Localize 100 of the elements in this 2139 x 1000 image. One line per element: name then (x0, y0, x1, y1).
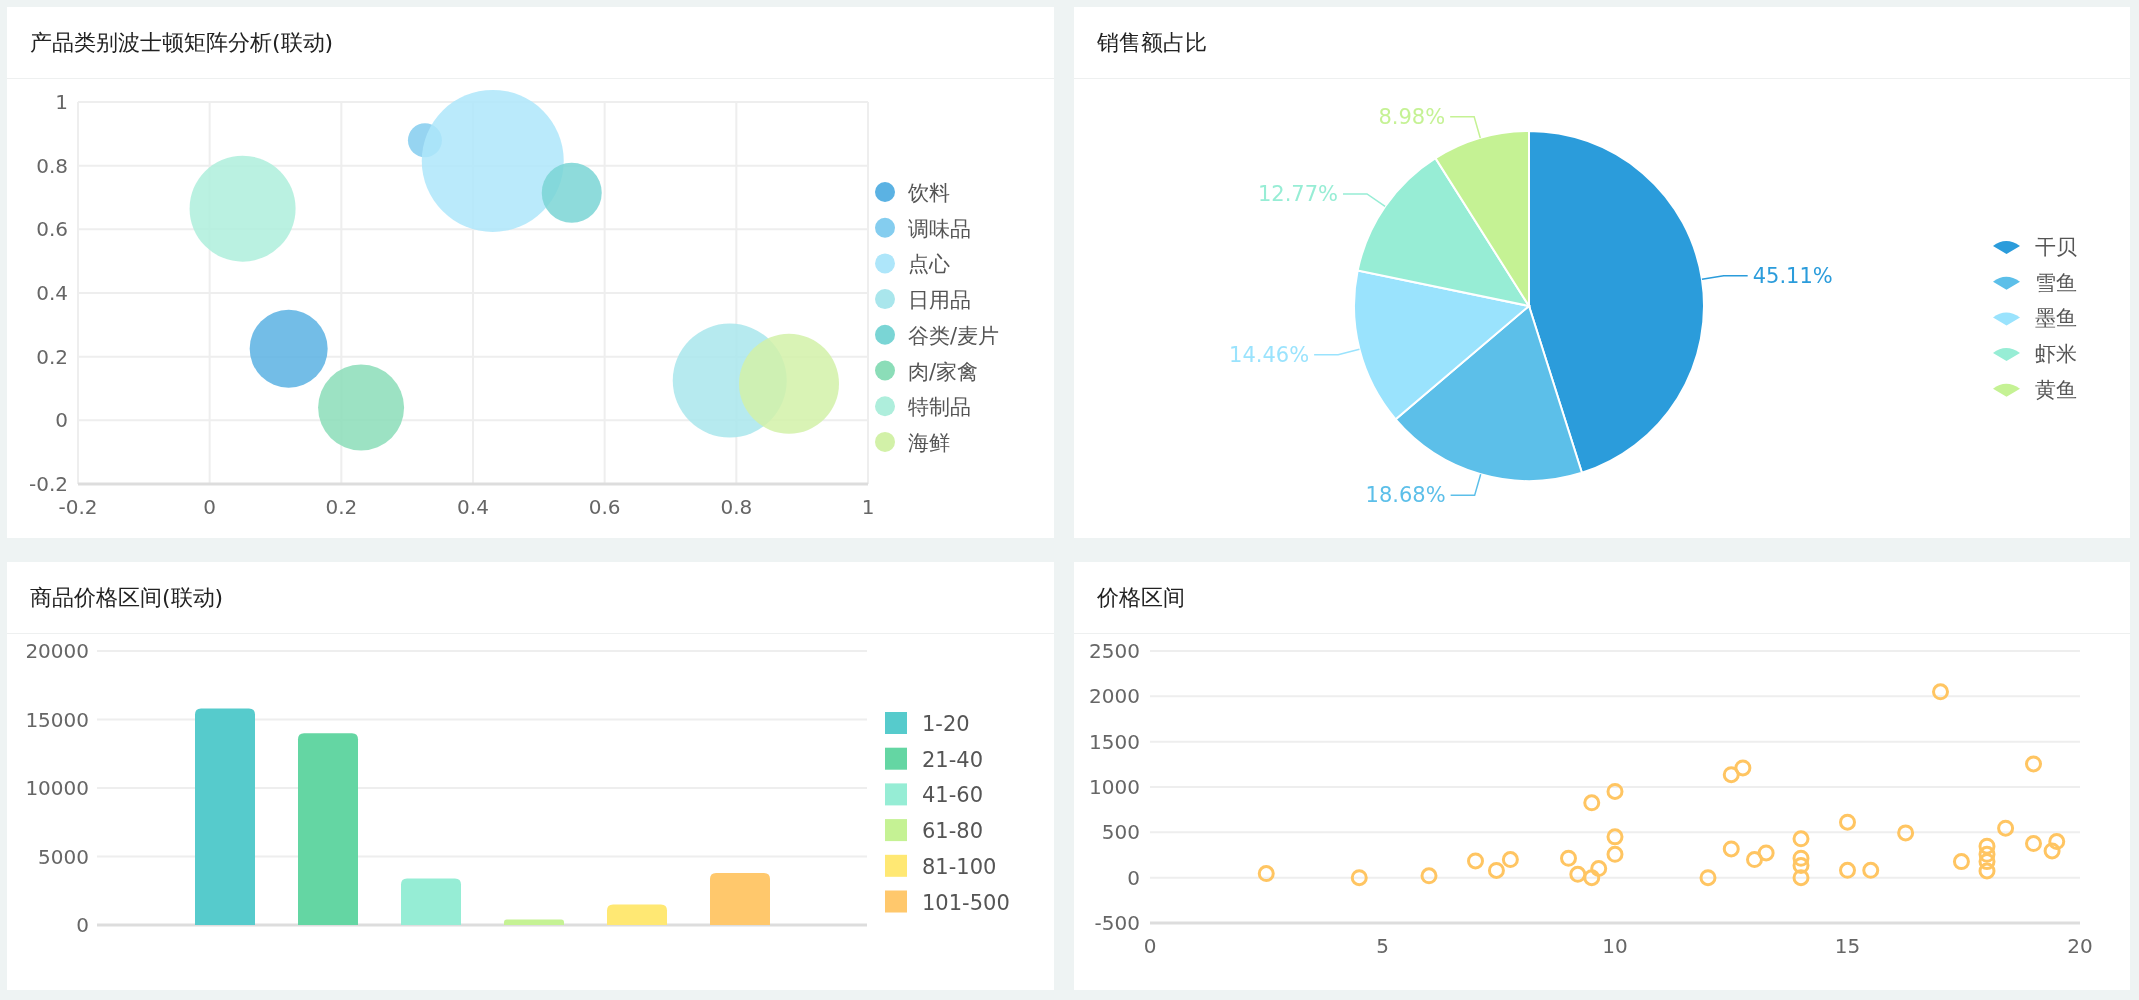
axis-tick-label: 0 (1127, 865, 1140, 890)
axis-tick-label: 5000 (38, 844, 89, 869)
data-point (1978, 853, 1996, 871)
leader-line (1342, 193, 1386, 208)
data-point (1997, 819, 2015, 837)
data-point (1734, 759, 1752, 777)
data-point (1590, 860, 1608, 878)
data-point (1952, 853, 1970, 871)
panel-title: 价格区间 (1097, 583, 1185, 612)
data-point (1606, 782, 1624, 800)
legend-label[interactable]: 干贝 (2035, 235, 2077, 259)
legend-label[interactable]: 饮料 (908, 181, 950, 205)
legend-label[interactable]: 特制品 (908, 395, 971, 420)
axis-tick-label: 2500 (1089, 639, 1140, 663)
data-point (1978, 837, 1996, 855)
panel-title: 产品类别波士顿矩阵分析(联动) (30, 28, 334, 57)
data-point (1932, 683, 1949, 701)
data-label: 14.46% (1229, 342, 1310, 367)
data-point (2048, 833, 2066, 851)
leader-line (1449, 473, 1482, 497)
data-point (1792, 830, 1810, 848)
bar[interactable] (195, 708, 255, 925)
axis-tick-label: -0.2 (28, 472, 68, 496)
axis-tick-label: 1 (55, 90, 68, 114)
legend-label[interactable]: 虾米 (2035, 342, 2077, 367)
data-point (1583, 869, 1601, 887)
axis-tick-label: 0.8 (720, 495, 753, 519)
legend-label[interactable]: 肉/家禽 (908, 359, 979, 384)
data-point (2043, 842, 2061, 860)
axis-tick-label: 15000 (25, 707, 89, 732)
pie-slice[interactable] (1353, 269, 1530, 421)
data-point (1722, 840, 1740, 858)
data-point (1757, 844, 1775, 862)
bar[interactable] (607, 904, 667, 925)
data-point (1792, 849, 1810, 867)
legend-label[interactable]: 墨鱼 (2035, 306, 2077, 331)
axis-tick-label: 0 (76, 913, 89, 937)
axis-tick-label: 0.4 (457, 495, 489, 519)
axis-tick-label: 0.2 (325, 495, 358, 519)
pie-slice[interactable] (1434, 130, 1530, 307)
data-point (1420, 867, 1438, 885)
data-point (1583, 794, 1601, 812)
axis-tick-label: 5 (1376, 934, 1389, 958)
axis-tick-label: 0 (1143, 934, 1157, 958)
legend-label[interactable]: 21-40 (922, 747, 984, 772)
data-point (1560, 849, 1577, 867)
legend-label[interactable]: 海鲜 (908, 430, 950, 455)
axis-tick-label: 500 (1101, 820, 1140, 845)
bar[interactable] (401, 878, 461, 925)
leader-line (1449, 116, 1482, 139)
data-point (1792, 869, 1810, 887)
data-point (1792, 857, 1810, 875)
data-label: 12.77% (1257, 181, 1338, 206)
pie-slice[interactable] (1528, 130, 1705, 474)
legend-label[interactable]: 黄鱼 (2035, 377, 2077, 402)
panel-title: 商品价格区间(联动) (30, 583, 224, 612)
axis-tick-label: 20 (2067, 934, 2093, 958)
data-label: 8.98% (1378, 104, 1446, 129)
legend-label[interactable]: 101-500 (922, 890, 1010, 915)
data-point (2025, 835, 2042, 853)
legend-label[interactable]: 81-100 (922, 854, 997, 879)
data-point (1606, 828, 1624, 846)
pie-slice[interactable] (1394, 305, 1583, 482)
data-point (1501, 851, 1519, 869)
data-point (1722, 766, 1740, 784)
legend-label[interactable]: 日用品 (908, 288, 971, 313)
bar[interactable] (298, 733, 358, 925)
data-point (1746, 851, 1763, 869)
legend-label[interactable]: 调味品 (908, 216, 971, 241)
data-label: 18.68% (1365, 483, 1446, 508)
data-point (1257, 865, 1275, 883)
data-point (1350, 869, 1368, 887)
axis-tick-label: 0 (55, 408, 68, 433)
data-point (1862, 861, 1880, 879)
axis-tick-label: -500 (1094, 911, 1140, 935)
data-point (1699, 869, 1717, 887)
data-point (1839, 813, 1856, 831)
axis-tick-label: 15 (1834, 934, 1861, 958)
axis-tick-label: -0.2 (58, 495, 98, 519)
bar[interactable] (710, 872, 770, 925)
data-point (2025, 755, 2042, 773)
data-point (1839, 861, 1856, 879)
leader-line (1313, 348, 1361, 356)
legend-label[interactable]: 谷类/麦片 (908, 323, 1000, 348)
panel-title: 销售额占比 (1097, 28, 1207, 57)
axis-tick-label: 0.4 (36, 281, 68, 305)
legend-label[interactable]: 61-80 (922, 819, 984, 844)
axis-tick-label: 0.6 (36, 217, 68, 242)
axis-tick-label: 1 (861, 495, 875, 519)
axis-tick-label: 0 (203, 495, 217, 519)
axis-tick-label: 1500 (1089, 729, 1140, 754)
pie-slice[interactable] (1356, 157, 1530, 307)
bar[interactable] (504, 919, 564, 925)
legend-label[interactable]: 41-60 (922, 783, 984, 808)
legend-label[interactable]: 点心 (908, 252, 950, 277)
data-label: 45.11% (1752, 263, 1833, 288)
data-point (1487, 861, 1505, 879)
axis-tick-label: 0.2 (36, 344, 68, 369)
legend-label[interactable]: 1-20 (922, 712, 970, 736)
legend-label[interactable]: 雪鱼 (2035, 270, 2077, 295)
